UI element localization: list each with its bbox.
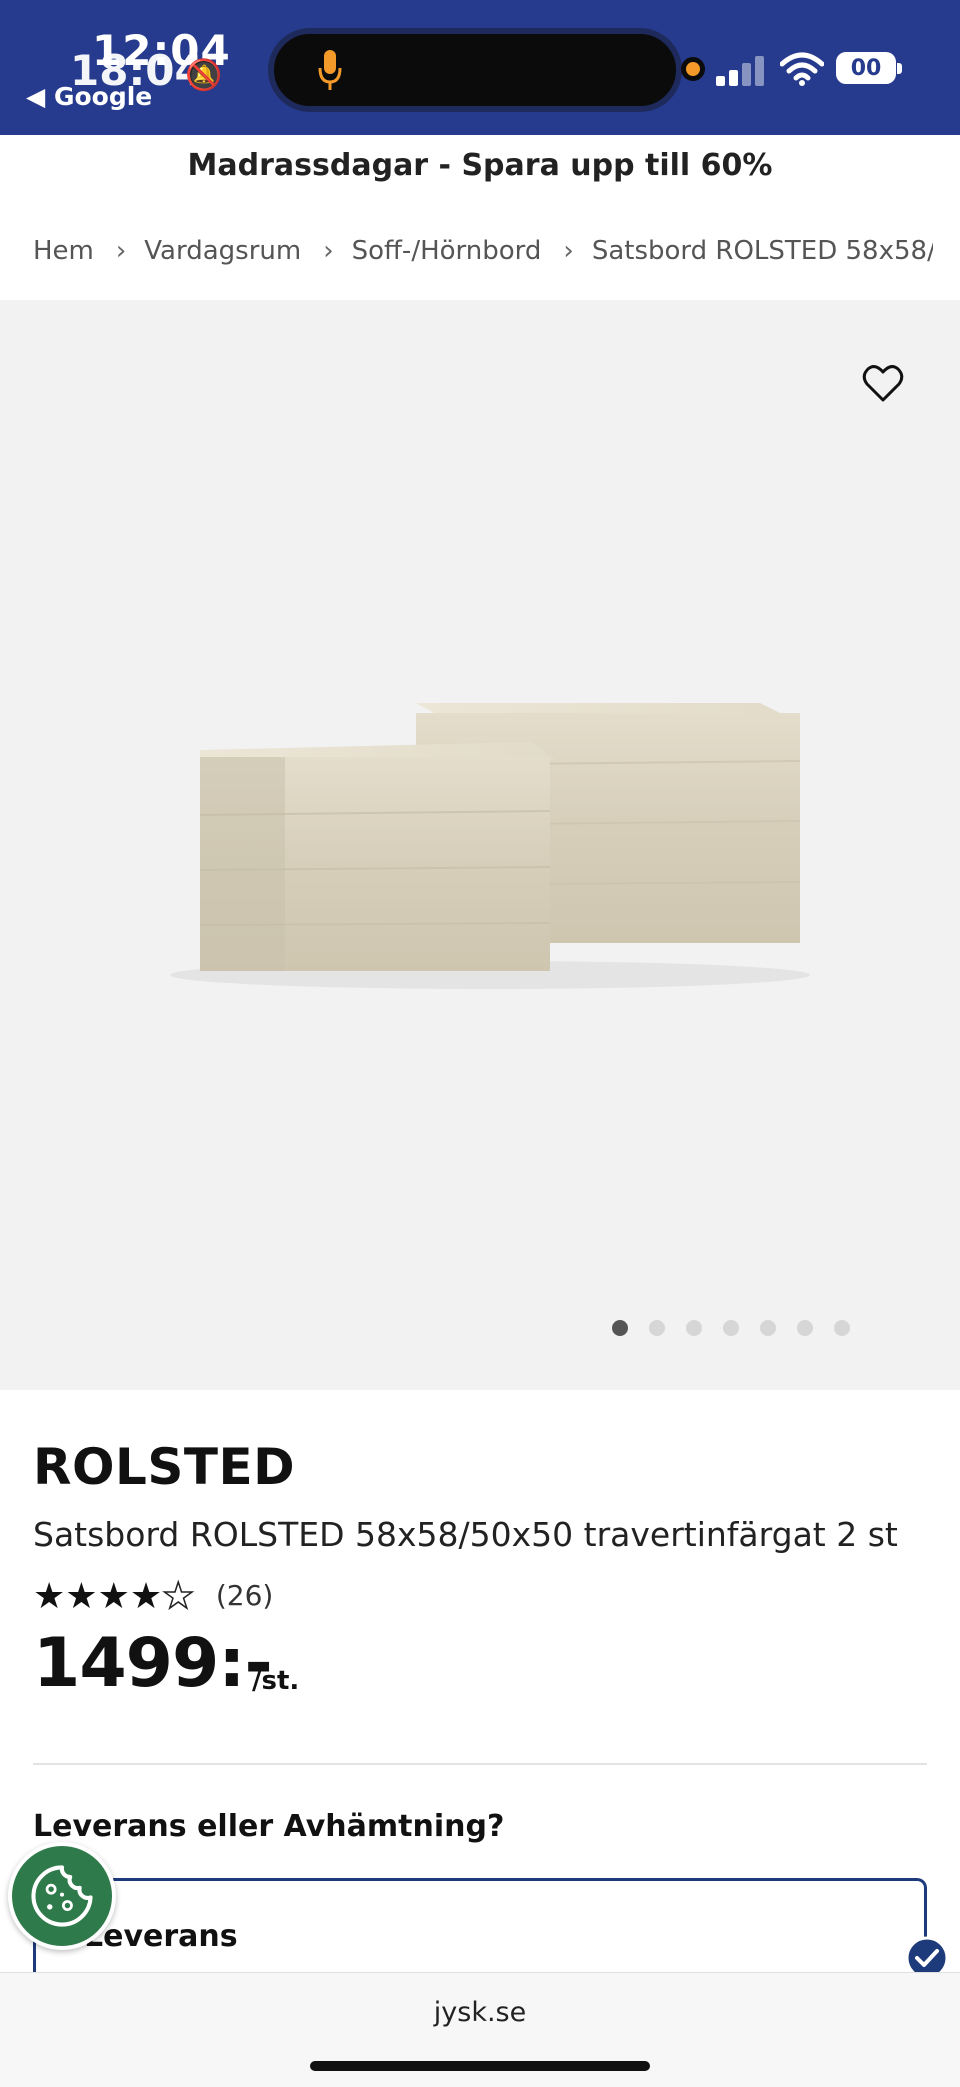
chevron-right-icon: › <box>323 236 334 266</box>
gallery-dot[interactable] <box>723 1320 739 1336</box>
chevron-right-icon: › <box>563 236 574 266</box>
bell-muted-icon: 🔕 <box>185 58 223 93</box>
star-filled-icon: ★ <box>33 1576 66 1617</box>
product-brand: ROLSTED <box>33 1438 296 1496</box>
browser-bottom-bar: jysk.se <box>0 1972 960 2087</box>
home-indicator[interactable] <box>310 2061 650 2071</box>
star-filled-icon: ★ <box>129 1576 163 1617</box>
breadcrumb-current-product: Satsbord ROLSTED 58x58/50x50 travertinfä… <box>591 236 933 266</box>
breadcrumb-home[interactable]: Hem <box>33 236 94 266</box>
product-rating[interactable]: ★★★★★ (26) <box>33 1576 274 1618</box>
star-empty-icon: ★ <box>161 1576 195 1618</box>
status-bar: 18:04 12:04 🔕 ◀ Google 00 <box>0 0 960 135</box>
breadcrumb-vardagsrum[interactable]: Vardagsrum <box>144 236 301 266</box>
gallery-dot[interactable] <box>760 1320 776 1336</box>
price-unit: /st. <box>252 1666 300 1696</box>
product-price: 1499:- <box>33 1624 273 1703</box>
gallery-dot[interactable] <box>797 1320 813 1336</box>
gallery-dot[interactable] <box>612 1320 628 1336</box>
product-image <box>170 703 810 989</box>
chevron-right-icon: › <box>115 236 127 266</box>
gallery-pagination <box>612 1320 871 1340</box>
breadcrumb-soffbord[interactable]: Soff-/Hörnbord <box>352 236 542 266</box>
gallery-dot[interactable] <box>649 1320 665 1336</box>
dynamic-island <box>268 28 682 112</box>
product-title: Satsbord ROLSTED 58x58/50x50 travertinfä… <box>33 1515 898 1554</box>
address-bar[interactable]: jysk.se <box>0 1997 960 2028</box>
product-image-gallery[interactable] <box>0 300 960 1390</box>
star-filled-icon: ★ <box>65 1576 98 1617</box>
battery-indicator: 00 <box>836 52 902 84</box>
gallery-dot[interactable] <box>686 1320 702 1336</box>
delivery-question: Leverans eller Avhämtning? <box>33 1809 505 1844</box>
heart-icon[interactable] <box>862 364 904 404</box>
divider <box>33 1763 927 1765</box>
review-count: (26) <box>215 1579 274 1612</box>
breadcrumb: Hem › Vardagsrum › Soff-/Hörnbord › Satsbord R… <box>33 226 933 276</box>
promo-text: Madrassdagar - Spara upp till 60% <box>187 148 773 183</box>
wifi-icon <box>780 52 824 86</box>
back-to-app-link[interactable]: ◀ Google <box>26 82 152 111</box>
back-arrow-icon: ◀ <box>26 82 46 111</box>
microphone-icon <box>318 50 342 90</box>
cookie-settings-button[interactable] <box>8 1842 116 1950</box>
privacy-indicator-dot <box>686 62 700 76</box>
back-app-label: Google <box>53 82 153 111</box>
cellular-signal-icon <box>716 52 772 86</box>
promo-banner[interactable]: Madrassdagar - Spara upp till 60% <box>0 135 960 201</box>
star-filled-icon: ★ <box>97 1576 130 1617</box>
gallery-dot[interactable] <box>834 1320 850 1336</box>
cookie-icon <box>31 1865 93 1927</box>
